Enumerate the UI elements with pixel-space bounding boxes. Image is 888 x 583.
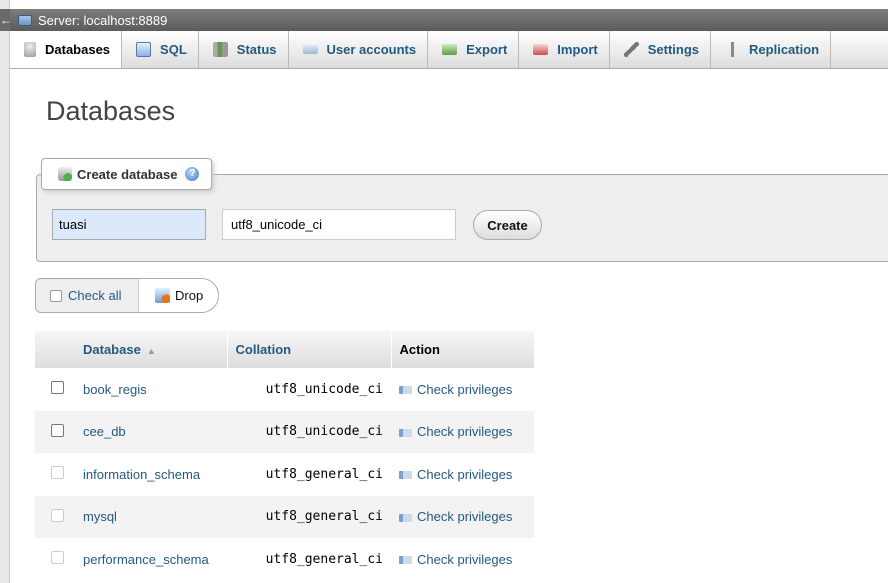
tab-databases[interactable]: Databases (10, 31, 123, 68)
row-checkbox-disabled (51, 551, 64, 565)
bulk-actions: Check all Drop (35, 278, 219, 313)
row-checkbox-cell (35, 453, 75, 496)
tab-status[interactable]: Status (199, 31, 289, 68)
row-checkbox-cell (35, 538, 75, 581)
server-icon (18, 14, 32, 26)
table-row: performance_schema utf8_general_ci Check… (35, 538, 534, 581)
drop-button[interactable]: Drop (139, 279, 218, 312)
drop-icon (155, 288, 170, 303)
collation-select-value: utf8_unicode_ci (231, 217, 323, 232)
server-breadcrumb-link[interactable]: Server: localhost:8889 (38, 13, 167, 28)
sql-icon (136, 42, 152, 57)
table-row: mysql utf8_general_ci Check privileges (35, 495, 534, 538)
check-privileges-link[interactable]: Check privileges (391, 368, 534, 411)
collation-cell: utf8_general_ci (227, 453, 391, 496)
tab-settings[interactable]: Settings (610, 31, 712, 68)
create-button[interactable]: Create (473, 210, 542, 240)
privileges-icon (399, 556, 412, 565)
help-icon[interactable]: ? (185, 167, 200, 181)
collation-column-header[interactable]: Collation (227, 331, 392, 368)
tab-label: User accounts (326, 42, 417, 57)
check-privileges-link[interactable]: Check privileges (391, 410, 534, 453)
wrench-icon (623, 42, 639, 57)
tab-user-accounts[interactable]: User accounts (289, 31, 429, 68)
sort-ascending-icon: ▲ (146, 346, 156, 356)
tab-label: Export (466, 42, 508, 57)
collation-select[interactable]: utf8_unicode_ci (222, 209, 456, 240)
row-checkbox-cell (35, 368, 75, 411)
drop-label: Drop (175, 288, 204, 303)
tab-label: Import (557, 42, 598, 57)
database-name-link[interactable]: performance_schema (75, 538, 227, 581)
check-privileges-link[interactable]: Check privileges (391, 495, 534, 538)
row-checkbox-cell (35, 410, 75, 453)
collation-cell: utf8_general_ci (227, 538, 391, 581)
check-all-label: Check all (68, 288, 122, 303)
privileges-icon (399, 471, 412, 480)
back-arrow-icon[interactable]: ← (0, 9, 12, 31)
create-database-label: Create database (77, 166, 178, 182)
export-icon (442, 44, 458, 55)
row-checkbox-disabled (51, 508, 64, 522)
privileges-icon (399, 386, 412, 395)
table-row: cee_db utf8_unicode_ci Check privileges (35, 410, 534, 453)
action-column-header: Action (391, 331, 534, 368)
replication-icon (725, 42, 741, 57)
collation-cell: utf8_unicode_ci (227, 410, 391, 453)
table-row: information_schema utf8_general_ci Check… (35, 453, 534, 496)
row-checkbox-cell (35, 495, 75, 538)
table-row: book_regis utf8_unicode_ci Check privile… (35, 368, 534, 411)
tab-replication[interactable]: Replication (711, 31, 832, 68)
row-checkbox[interactable] (51, 423, 64, 437)
tab-label: Replication (749, 42, 820, 57)
table-header-row: Database ▲ Collation Action (35, 331, 534, 368)
database-column-header[interactable]: Database ▲ (75, 331, 228, 368)
check-privileges-link[interactable]: Check privileges (391, 538, 534, 581)
action-label: Check privileges (417, 551, 513, 567)
collation-cell: utf8_unicode_ci (227, 368, 391, 411)
action-label: Check privileges (417, 424, 513, 440)
checkbox-column-header (35, 331, 75, 368)
server-breadcrumb-bar: Server: localhost:8889 (10, 9, 888, 31)
import-icon (533, 44, 549, 55)
database-add-icon (58, 167, 72, 181)
tab-import[interactable]: Import (519, 31, 610, 68)
databases-table: Database ▲ Collation Action book_regis ut… (35, 331, 534, 581)
tab-sql[interactable]: SQL (122, 31, 199, 68)
action-label: Check privileges (417, 509, 513, 525)
tab-export[interactable]: Export (428, 31, 520, 68)
database-name-input[interactable] (52, 209, 206, 240)
tab-label: Settings (647, 42, 700, 57)
database-name-link[interactable]: mysql (75, 495, 227, 538)
tab-label: SQL (160, 42, 187, 57)
database-header-label: Database (83, 342, 141, 357)
database-name-link[interactable]: information_schema (75, 453, 227, 496)
database-icon (24, 42, 36, 57)
main-tab-bar: Databases SQL Status User accounts Expor… (10, 31, 888, 69)
status-icon (212, 42, 228, 57)
action-label: Check privileges (417, 381, 513, 397)
tab-label: Databases (45, 42, 111, 57)
create-database-legend: Create database ? (41, 158, 213, 190)
check-all-control[interactable]: Check all (36, 279, 139, 312)
tab-label: Status (236, 42, 277, 57)
collation-cell: utf8_general_ci (227, 495, 391, 538)
window-left-edge (0, 0, 10, 583)
privileges-icon (399, 513, 412, 522)
action-label: Check privileges (417, 466, 513, 482)
check-privileges-link[interactable]: Check privileges (391, 453, 534, 496)
privileges-icon (399, 428, 412, 437)
database-name-link[interactable]: cee_db (75, 410, 227, 453)
users-icon (302, 45, 318, 54)
row-checkbox-disabled (51, 466, 64, 480)
page-title: Databases (46, 96, 176, 126)
database-name-link[interactable]: book_regis (75, 368, 227, 411)
check-all-checkbox[interactable] (50, 289, 62, 302)
row-checkbox[interactable] (51, 381, 64, 395)
